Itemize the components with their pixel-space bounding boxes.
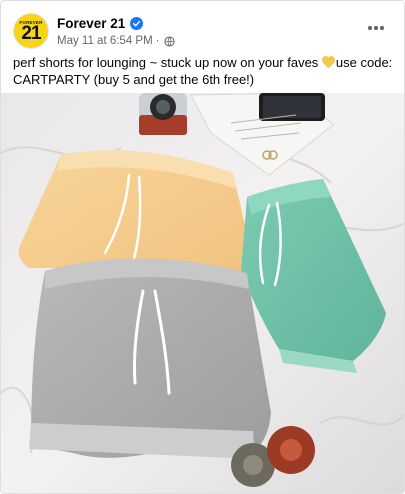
meta-separator: ·	[155, 35, 160, 47]
more-options-icon[interactable]	[364, 19, 388, 37]
more-dot	[380, 26, 384, 30]
page-name-row: Forever 21	[57, 14, 144, 32]
post-caption: perf shorts for lounging ~ stuck up now …	[13, 55, 395, 88]
page-name-link[interactable]: Forever 21	[57, 16, 125, 31]
more-dot	[368, 26, 372, 30]
post-meta: May 11 at 6:54 PM ·	[57, 34, 175, 48]
post-photo[interactable]	[1, 93, 405, 494]
more-dot	[374, 26, 378, 30]
post-header: FOREVER 21 Forever 21 May 11 at 6:54 PM …	[13, 13, 394, 53]
verified-badge-icon	[130, 16, 144, 30]
avatar-brand-number: 21	[21, 23, 41, 44]
globe-icon[interactable]	[163, 35, 175, 47]
page-avatar[interactable]: FOREVER 21	[13, 13, 49, 49]
post-timestamp-link[interactable]: May 11 at 6:54 PM	[57, 35, 153, 47]
grey-shorts	[29, 258, 271, 459]
camera-prop	[139, 93, 187, 135]
yellow-heart-icon	[322, 56, 335, 68]
caption-text-start: perf shorts for lounging ~ stuck up now …	[13, 55, 322, 70]
post-card: FOREVER 21 Forever 21 May 11 at 6:54 PM …	[0, 0, 405, 494]
